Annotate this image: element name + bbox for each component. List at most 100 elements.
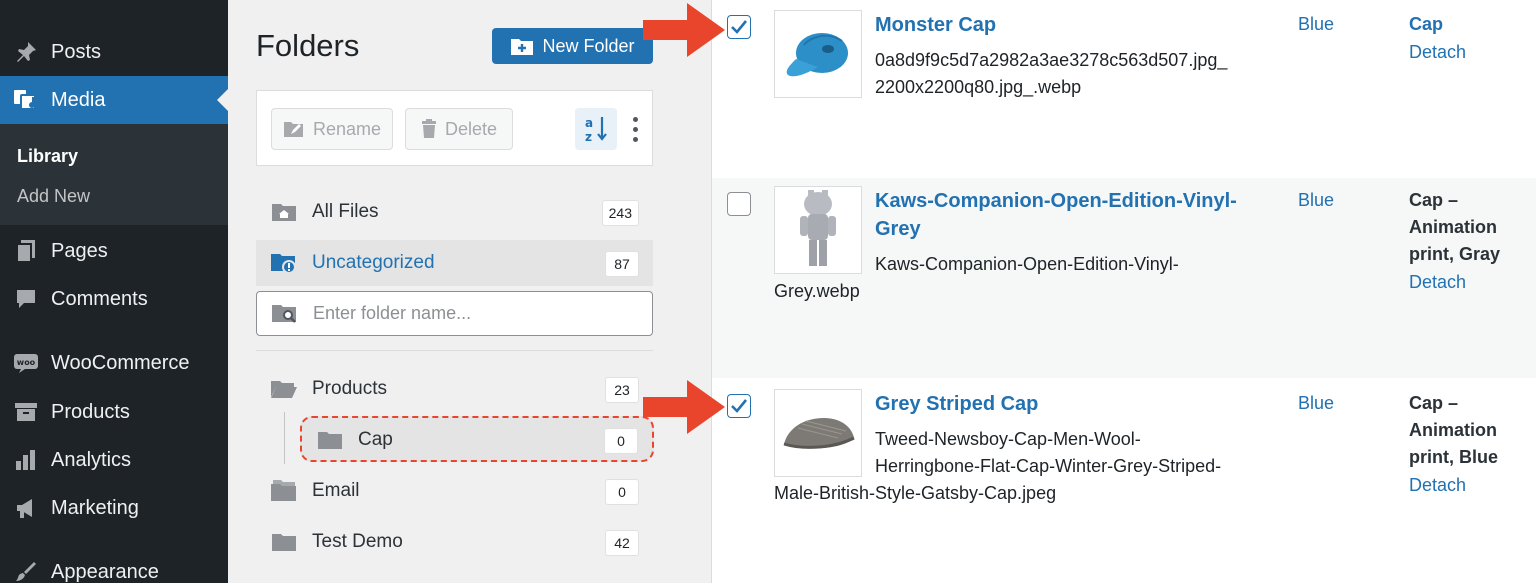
- folder-all-files[interactable]: All Files 243: [256, 189, 653, 235]
- media-submenu: Library Add New: [0, 124, 228, 225]
- delete-label: Delete: [444, 118, 498, 139]
- folder-edit-icon: [283, 122, 303, 137]
- sidebar-item-posts[interactable]: Posts: [0, 28, 228, 76]
- folder-label: Test Demo: [312, 531, 403, 552]
- sidebar-item-comments[interactable]: Comments: [0, 275, 228, 323]
- media-title-link[interactable]: Grey: [875, 215, 921, 243]
- media-filename: Kaws-Companion-Open-Edition-Vinyl-: [875, 254, 1179, 274]
- media-color-link[interactable]: Blue: [1298, 393, 1334, 414]
- media-title-link[interactable]: Kaws-Companion-Open-Edition-Vinyl-: [875, 187, 1237, 215]
- svg-text:z: z: [585, 130, 592, 143]
- sidebar-item-appearance[interactable]: Appearance: [0, 548, 228, 583]
- folder-label: Products: [312, 378, 387, 399]
- media-thumbnail[interactable]: [774, 10, 862, 98]
- new-folder-button[interactable]: New Folder: [492, 28, 653, 64]
- checkmark-icon: [731, 20, 748, 34]
- sidebar-item-pages[interactable]: Pages: [0, 227, 228, 275]
- folder-home-icon: [270, 200, 298, 224]
- sort-button[interactable]: az: [575, 108, 617, 150]
- sidebar-item-woocommerce[interactable]: woo WooCommerce: [0, 339, 228, 387]
- megaphone-icon: [13, 495, 39, 521]
- media-title-link[interactable]: Monster Cap: [875, 11, 996, 39]
- media-color-link[interactable]: Blue: [1298, 14, 1334, 35]
- media-parent: print, Gray: [1409, 244, 1501, 264]
- folder-count: 0: [604, 428, 638, 454]
- media-parent-link[interactable]: Cap: [1409, 11, 1443, 39]
- folder-search-input[interactable]: [313, 303, 633, 324]
- folder-count: 0: [605, 479, 639, 505]
- rename-button[interactable]: Rename: [271, 108, 393, 150]
- folder-count: 42: [605, 530, 639, 556]
- media-thumbnail[interactable]: [774, 186, 862, 274]
- row-checkbox[interactable]: [727, 15, 751, 39]
- sort-az-icon: az: [585, 116, 607, 143]
- media-filename: 2200x2200q80.jpg_.webp: [875, 77, 1082, 97]
- panel-gutter: [682, 0, 712, 583]
- annotation-arrow-icon: [643, 3, 725, 57]
- divider: [256, 350, 653, 351]
- archive-icon: [13, 399, 39, 425]
- folder-open-icon: [270, 377, 298, 401]
- submenu-add-new[interactable]: Add New: [17, 186, 90, 207]
- sidebar-item-marketing[interactable]: Marketing: [0, 484, 228, 532]
- sidebar-item-label: Comments: [51, 287, 148, 310]
- delete-button[interactable]: Delete: [405, 108, 513, 150]
- submenu-library[interactable]: Library: [17, 146, 78, 167]
- pages-icon: [13, 238, 39, 264]
- folder-alert-icon: [270, 251, 298, 275]
- folder-products[interactable]: Products 23: [256, 366, 653, 412]
- sidebar-item-label: Media: [51, 88, 106, 111]
- sidebar-item-media[interactable]: Media: [0, 76, 228, 124]
- detach-link[interactable]: Detach: [1409, 475, 1466, 496]
- folder-count: 243: [601, 200, 639, 226]
- row-checkbox[interactable]: [727, 394, 751, 418]
- folder-test-demo[interactable]: Test Demo 42: [256, 519, 653, 565]
- media-parent: print, Blue: [1409, 447, 1498, 467]
- media-title-link[interactable]: Grey Striped Cap: [875, 390, 1038, 418]
- folder-search-icon: [271, 303, 299, 325]
- media-parent: Animation: [1409, 217, 1497, 237]
- media-color-link[interactable]: Blue: [1298, 190, 1334, 211]
- media-parent: Animation: [1409, 420, 1497, 440]
- folder-label: Uncategorized: [312, 252, 435, 273]
- folder-uncategorized[interactable]: Uncategorized 87: [256, 240, 653, 286]
- detach-link[interactable]: Detach: [1409, 42, 1466, 63]
- sidebar-item-label: WooCommerce: [51, 351, 190, 374]
- sidebar-item-analytics[interactable]: Analytics: [0, 436, 228, 484]
- sidebar-item-label: Marketing: [51, 496, 139, 519]
- folder-email[interactable]: Email 0: [256, 468, 653, 514]
- folder-count: 23: [605, 377, 639, 403]
- sidebar-item-products[interactable]: Products: [0, 388, 228, 436]
- bar-chart-icon: [13, 447, 39, 473]
- detach-link[interactable]: Detach: [1409, 272, 1466, 293]
- row-checkbox[interactable]: [727, 192, 751, 216]
- sidebar-item-label: Products: [51, 400, 130, 423]
- media-filename: Tweed-Newsboy-Cap-Men-Wool-: [875, 429, 1141, 449]
- folder-cap[interactable]: Cap 0: [302, 417, 652, 463]
- media-filename: 0a8d9f9c5d7a2982a3ae3278c563d507.jpg_: [875, 50, 1228, 70]
- media-filename: Herringbone-Flat-Cap-Winter-Grey-Striped…: [875, 456, 1222, 476]
- folder-icon: [270, 530, 298, 554]
- media-filename: Male-British-Style-Gatsby-Cap.jpeg: [774, 483, 1057, 503]
- comment-icon: [13, 286, 39, 312]
- woocommerce-icon: woo: [13, 350, 39, 376]
- folder-search-field[interactable]: [256, 291, 653, 336]
- svg-text:a: a: [585, 116, 593, 130]
- sidebar-item-label: Appearance: [51, 560, 159, 583]
- media-thumbnail[interactable]: [774, 389, 862, 477]
- trash-icon: [421, 119, 436, 138]
- media-parent: Cap –: [1409, 393, 1459, 413]
- checkmark-icon: [731, 399, 748, 413]
- folders-title: Folders: [256, 28, 360, 63]
- tree-connector: [284, 412, 285, 464]
- pushpin-icon: [13, 39, 39, 65]
- sidebar-item-label: Posts: [51, 40, 102, 63]
- svg-text:woo: woo: [17, 358, 36, 367]
- folder-plus-icon: [511, 39, 534, 55]
- sidebar-item-label: Pages: [51, 239, 108, 262]
- more-options-icon[interactable]: [625, 113, 645, 145]
- rename-label: Rename: [312, 118, 382, 139]
- table-row: Grey Striped Cap Tweed-Newsboy-Cap-Men-W…: [712, 378, 1536, 583]
- sidebar-item-label: Analytics: [51, 448, 132, 471]
- folder-stack-icon: [270, 479, 298, 503]
